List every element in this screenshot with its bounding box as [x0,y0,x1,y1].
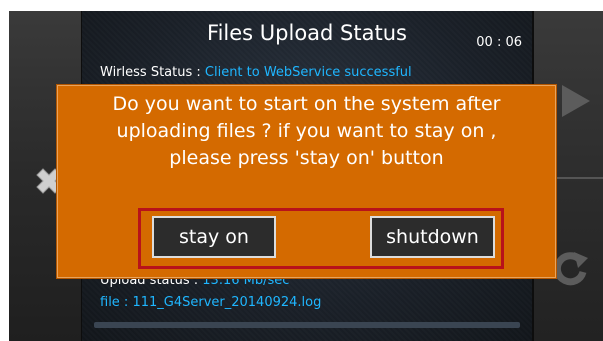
dialog-message-line-2: uploading files ? if you want to stay on… [116,120,497,142]
shutdown-button[interactable]: shutdown [370,216,495,258]
dialog-message-line-1: Do you want to start on the system after [112,93,501,115]
stay-on-button[interactable]: stay on [152,216,276,258]
current-file-label: file : 111_G4Server_20140924.log [100,295,322,310]
page-title: Files Upload Status [207,21,407,45]
dialog-message: Do you want to start on the system after… [58,91,555,172]
upload-progress-bar [94,322,520,328]
wireless-status-value: Client to WebService successful [204,65,412,80]
wireless-status-row: Wirless Status : Client to WebService su… [100,65,412,80]
dialog-message-line-3: please press 'stay on' button [169,147,444,169]
refresh-icon[interactable] [550,248,590,288]
elapsed-timer: 00 : 06 [476,35,522,50]
shutdown-confirm-dialog: Do you want to start on the system after… [57,85,556,278]
app-screen: Files Upload Status 00 : 06 Wirless Stat… [0,0,603,341]
play-icon[interactable] [554,81,594,121]
wireless-status-label: Wirless Status : [100,65,205,80]
